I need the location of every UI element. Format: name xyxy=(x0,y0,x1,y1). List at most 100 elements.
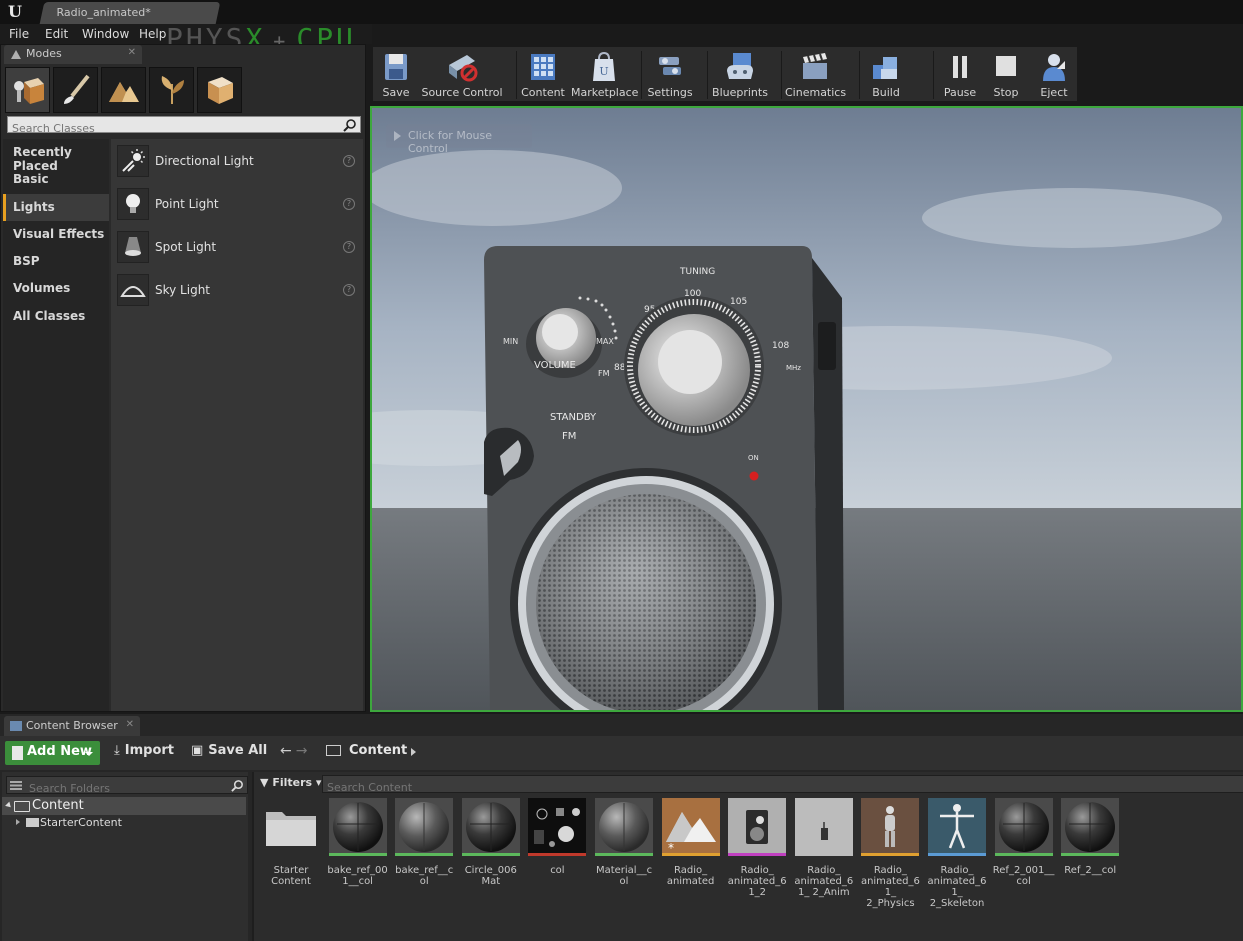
level-document-tab[interactable]: Radio_animated* xyxy=(39,2,221,24)
asset-name: Radio_ animated xyxy=(666,865,715,887)
modes-tab[interactable]: Modes ✕ xyxy=(4,45,142,64)
asset-tile[interactable]: bake_ref_001__col xyxy=(327,798,389,887)
cinematics-button[interactable]: Cinematics xyxy=(785,47,846,103)
menu-window[interactable]: Window xyxy=(82,27,129,41)
class-item-spot-light[interactable]: Spot Light ? xyxy=(111,225,363,268)
save-all-button[interactable]: ▣ Save All xyxy=(191,743,267,758)
category-lights[interactable]: Lights xyxy=(3,193,109,221)
close-icon[interactable]: ✕ xyxy=(126,719,134,730)
asset-tile[interactable]: Ref_2__col xyxy=(1059,798,1121,876)
asset-tile[interactable]: bake_ref__col xyxy=(393,798,455,887)
asset-thumbnail-skeleton-icon xyxy=(928,798,986,856)
menu-help[interactable]: Help xyxy=(139,27,166,41)
asset-tile[interactable]: Circle_006 Mat xyxy=(460,798,522,887)
forward-arrow-icon[interactable]: → xyxy=(296,743,312,759)
breadcrumb[interactable]: Content xyxy=(326,743,407,758)
category-bsp[interactable]: BSP xyxy=(3,248,109,275)
unreal-logo-icon[interactable]: U xyxy=(4,2,26,22)
geometry-mode-button[interactable] xyxy=(197,67,242,113)
asset-name: bake_ref__col xyxy=(395,865,454,887)
sources-panel-toggle-icon[interactable] xyxy=(10,781,22,790)
collapse-arrow-icon[interactable] xyxy=(16,819,20,825)
settings-gear-icon xyxy=(659,57,681,75)
close-icon[interactable]: ✕ xyxy=(128,47,136,58)
content-button[interactable]: Content xyxy=(521,47,565,103)
folder-content[interactable]: Content xyxy=(2,797,246,815)
asset-type-color-bar xyxy=(728,853,787,856)
search-folders-input[interactable] xyxy=(7,780,207,797)
stop-button[interactable]: Stop xyxy=(985,47,1027,103)
filters-button[interactable]: ▼ Filters ▾ xyxy=(260,776,321,789)
search-content-input[interactable] xyxy=(323,779,923,796)
back-arrow-icon[interactable]: ← xyxy=(280,743,296,759)
asset-tile[interactable]: Radio_ animated_61_2 xyxy=(726,798,788,898)
class-item-point-light[interactable]: Point Light ? xyxy=(111,182,363,225)
radio-tick-88: 88 xyxy=(614,363,626,373)
help-icon[interactable]: ? xyxy=(343,155,355,167)
help-icon[interactable]: ? xyxy=(343,284,355,296)
asset-type-color-bar xyxy=(861,853,920,856)
menu-file[interactable]: File xyxy=(9,27,29,41)
help-icon[interactable]: ? xyxy=(343,241,355,253)
radio-scene-render: MIN MAX VOLUME TUNING 95 100 105 108 88 … xyxy=(372,108,1241,710)
radio-mhz-label: MHz xyxy=(786,364,801,372)
asset-tile[interactable]: col xyxy=(526,798,588,876)
modes-panel: Modes ✕ Recently Placed Basic Lights Vis… xyxy=(0,44,366,712)
asset-tile[interactable]: Starter Content xyxy=(260,798,322,887)
asset-type-color-bar xyxy=(528,853,587,856)
category-visual-effects[interactable]: Visual Effects xyxy=(3,221,109,248)
import-button[interactable]: ⤓ Import xyxy=(114,743,174,758)
class-item-directional-light[interactable]: Directional Light ? xyxy=(111,139,363,182)
search-icon xyxy=(231,780,243,792)
asset-name: Radio_ animated_61_ 2_Physics xyxy=(860,865,920,909)
content-browser-tab[interactable]: Content Browser ✕ xyxy=(4,716,140,736)
search-classes-field[interactable] xyxy=(7,116,361,136)
paint-mode-button[interactable] xyxy=(53,67,98,113)
import-icon: ⤓ xyxy=(114,743,120,758)
tuning-dial-render xyxy=(624,296,764,436)
radio-on-label: ON xyxy=(748,454,759,462)
foliage-mode-button[interactable] xyxy=(149,67,194,113)
source-control-button[interactable]: Source Control xyxy=(421,47,503,103)
modes-tab-label: Modes xyxy=(26,47,62,60)
class-item-sky-light[interactable]: Sky Light ? xyxy=(111,268,363,311)
asset-tile[interactable]: Radio_ animated_61_ 2_Anim xyxy=(793,798,855,898)
search-folders-field[interactable] xyxy=(6,776,248,797)
eject-button[interactable]: Eject xyxy=(1033,47,1075,103)
category-all-classes[interactable]: All Classes xyxy=(3,303,109,330)
category-recently-placed[interactable]: Recently Placed xyxy=(3,139,109,173)
click-for-mouse-control-button[interactable]: Click for Mouse Control xyxy=(386,124,532,155)
save-icon xyxy=(385,54,407,80)
search-content-field[interactable] xyxy=(322,775,1243,796)
asset-tile[interactable]: * Radio_ animated xyxy=(660,798,722,887)
level-viewport[interactable]: MIN MAX VOLUME TUNING 95 100 105 108 88 … xyxy=(370,106,1243,712)
asset-name: Radio_ animated_61_2 xyxy=(727,865,787,898)
marketplace-button[interactable]: U Marketplace xyxy=(571,47,638,103)
place-mode-button[interactable] xyxy=(5,67,50,113)
landscape-mode-button[interactable] xyxy=(101,67,146,113)
search-classes-input[interactable] xyxy=(8,121,328,136)
expand-arrow-icon[interactable] xyxy=(5,801,13,810)
build-button[interactable]: Build xyxy=(863,47,909,103)
asset-thumbnail-sphere-mid-icon xyxy=(395,798,454,856)
breadcrumb-chevron-icon[interactable] xyxy=(411,748,416,756)
folder-starter-content[interactable]: StarterContent xyxy=(16,816,122,829)
blueprints-button[interactable]: Blueprints xyxy=(711,47,769,103)
radio-min-label: MIN xyxy=(503,337,518,346)
asset-tile[interactable]: Radio_ animated_61_ 2_Skeleton xyxy=(926,798,988,909)
radio-fm-switch-label: FM xyxy=(562,431,576,442)
asset-tile[interactable]: Ref_2_001__col xyxy=(993,798,1055,887)
category-volumes[interactable]: Volumes xyxy=(3,275,109,302)
settings-button[interactable]: Settings xyxy=(645,47,695,103)
radio-tick-108: 108 xyxy=(772,341,789,351)
asset-thumbnail-radio-icon xyxy=(728,798,787,856)
add-new-button[interactable]: Add New xyxy=(5,741,100,765)
pause-button[interactable]: Pause xyxy=(939,47,981,103)
menu-edit[interactable]: Edit xyxy=(45,27,68,41)
help-icon[interactable]: ? xyxy=(343,198,355,210)
save-button[interactable]: Save xyxy=(373,47,419,103)
asset-tile[interactable]: Radio_ animated_61_ 2_Physics xyxy=(859,798,921,909)
asset-tile[interactable]: Material__col xyxy=(593,798,655,887)
asset-type-color-bar xyxy=(928,853,986,856)
build-label: Build xyxy=(872,86,900,99)
